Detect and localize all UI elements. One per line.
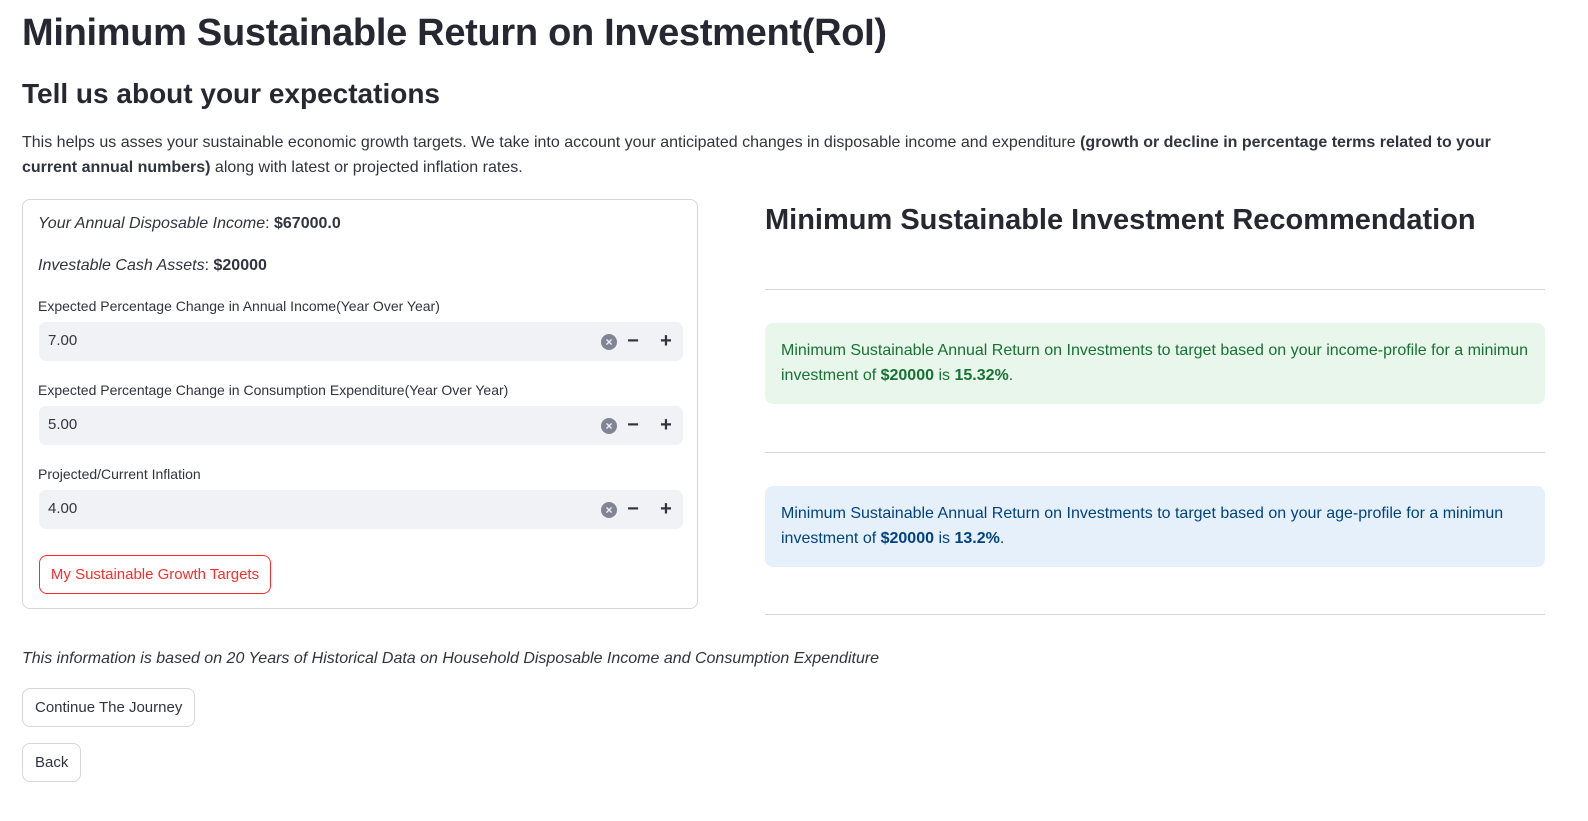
- income-alert-percent: 15.32%: [954, 367, 1009, 384]
- intro-text: This helps us asses your sustainable eco…: [22, 134, 1081, 151]
- age-profile-alert: Minimum Sustainable Annual Return on Inv…: [765, 486, 1545, 567]
- clear-icon[interactable]: ×: [601, 502, 617, 518]
- growth-targets-button[interactable]: My Sustainable Growth Targets: [39, 555, 271, 594]
- page-title: Minimum Sustainable Return on Investment…: [22, 12, 887, 54]
- income-alert-amount: $20000: [880, 367, 934, 384]
- income-change-input[interactable]: 7.00 × − +: [39, 322, 683, 361]
- age-alert-end: .: [999, 530, 1005, 547]
- age-alert-percent: 13.2%: [954, 530, 1000, 547]
- continue-journey-button[interactable]: Continue The Journey: [22, 688, 196, 727]
- section-subtitle: Tell us about your expectations: [22, 78, 441, 109]
- age-alert-amount: $20000: [880, 530, 934, 547]
- intro-tail-text: along with latest or projected inflation…: [210, 159, 523, 176]
- increment-button[interactable]: +: [652, 327, 680, 355]
- decrement-button[interactable]: −: [619, 411, 647, 439]
- age-alert-mid: is: [934, 530, 955, 547]
- annual-income-value: $67000.0: [274, 215, 341, 232]
- inflation-label: Projected/Current Inflation: [38, 466, 201, 482]
- annual-income-info: Your Annual Disposable Income: $67000.0: [38, 215, 341, 232]
- back-button[interactable]: Back: [22, 743, 82, 782]
- cash-assets-label: Investable Cash Assets: [38, 257, 205, 274]
- clear-icon[interactable]: ×: [601, 334, 617, 350]
- cash-assets-value: $20000: [213, 257, 267, 274]
- income-change-label: Expected Percentage Change in Annual Inc…: [38, 298, 440, 314]
- expenditure-change-label: Expected Percentage Change in Consumptio…: [38, 382, 509, 398]
- inflation-value[interactable]: 4.00: [48, 500, 77, 517]
- annual-income-label: Your Annual Disposable Income: [38, 215, 266, 232]
- increment-button[interactable]: +: [652, 411, 680, 439]
- cash-assets-info: Investable Cash Assets: $20000: [38, 257, 267, 274]
- divider: [765, 289, 1545, 290]
- clear-icon[interactable]: ×: [601, 418, 617, 434]
- inflation-input[interactable]: 4.00 × − +: [39, 490, 683, 529]
- intro-paragraph: This helps us asses your sustainable eco…: [22, 130, 1542, 180]
- income-change-value[interactable]: 7.00: [48, 332, 77, 349]
- decrement-button[interactable]: −: [619, 495, 647, 523]
- divider: [765, 452, 1545, 453]
- divider: [765, 614, 1545, 615]
- increment-button[interactable]: +: [652, 495, 680, 523]
- income-alert-end: .: [1008, 367, 1014, 384]
- expenditure-change-input[interactable]: 5.00 × − +: [39, 406, 683, 445]
- income-alert-mid: is: [934, 367, 955, 384]
- historical-data-note: This information is based on 20 Years of…: [22, 650, 880, 667]
- expectations-form: Your Annual Disposable Income: $67000.0 …: [22, 199, 698, 609]
- expenditure-change-value[interactable]: 5.00: [48, 416, 77, 433]
- recommendation-title: Minimum Sustainable Investment Recommend…: [765, 204, 1476, 236]
- decrement-button[interactable]: −: [619, 327, 647, 355]
- income-profile-alert: Minimum Sustainable Annual Return on Inv…: [765, 323, 1545, 404]
